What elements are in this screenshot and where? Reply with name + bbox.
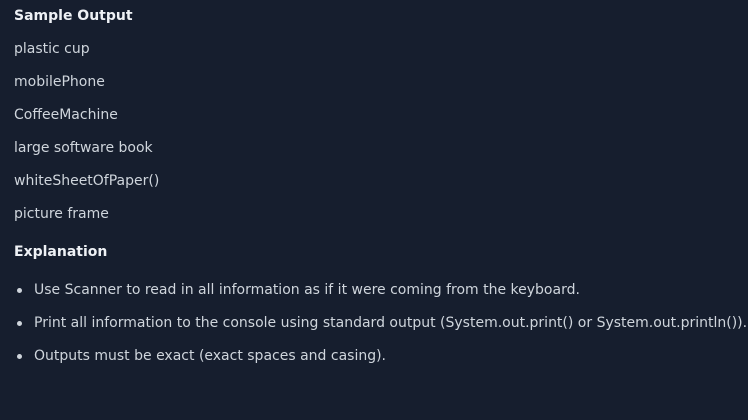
explanation-item-text: Use Scanner to read in all information a…: [34, 282, 580, 298]
output-line: plastic cup: [14, 41, 90, 57]
output-line: CoffeeMachine: [14, 107, 118, 123]
explanation-item: Outputs must be exact (exact spaces and …: [14, 346, 748, 366]
explanation-section: Explanation Use Scanner to read in all i…: [14, 242, 748, 366]
explanation-item: Use Scanner to read in all information a…: [14, 280, 748, 300]
explanation-item-text: Print all information to the console usi…: [34, 315, 748, 331]
output-line: large software book: [14, 140, 153, 156]
output-line: whiteSheetOfPaper(): [14, 173, 160, 189]
bullet-dot-icon: [17, 321, 22, 326]
sample-output-heading: Sample Output: [14, 8, 133, 24]
bullet-dot-icon: [17, 288, 22, 293]
output-line: mobilePhone: [14, 74, 105, 90]
output-line: picture frame: [14, 206, 109, 222]
bullet-dot-icon: [17, 354, 22, 359]
content-area: Sample Output plastic cup mobilePhone Co…: [14, 6, 748, 366]
sample-output-section: Sample Output plastic cup mobilePhone Co…: [14, 6, 748, 224]
explanation-item: Print all information to the console usi…: [14, 313, 748, 333]
sample-output-list: plastic cup mobilePhone CoffeeMachine la…: [14, 39, 748, 224]
explanation-heading: Explanation: [14, 244, 108, 260]
explanation-list: Use Scanner to read in all information a…: [14, 280, 748, 366]
explanation-item-text: Outputs must be exact (exact spaces and …: [34, 348, 387, 364]
